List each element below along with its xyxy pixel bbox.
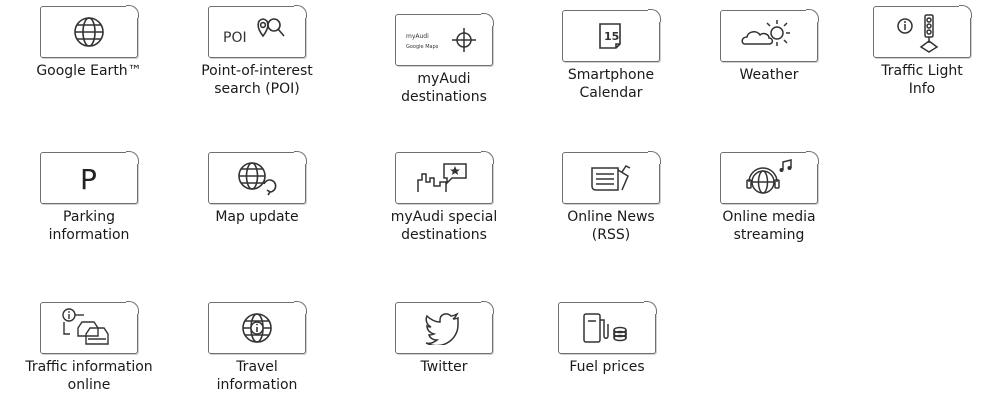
tile-twitter[interactable]: Twitter	[374, 301, 514, 376]
traffic-light-button[interactable]	[873, 5, 972, 58]
map-update-button[interactable]	[208, 151, 307, 204]
special-destinations-icon	[417, 163, 467, 192]
svg-text:15: 15	[604, 30, 619, 43]
parking-button[interactable]: P	[40, 151, 139, 204]
parking-icon: P	[80, 163, 97, 196]
twitter-icon	[425, 312, 459, 345]
tile-label: Fuel prices	[569, 359, 645, 375]
tile-travel-information[interactable]: Travel information	[187, 301, 327, 394]
media-streaming-icon	[746, 159, 792, 194]
traffic-light-icon	[897, 14, 939, 53]
myaudi-destinations-icon: myAudi Google Maps	[406, 28, 476, 52]
tile-weather[interactable]: Weather	[699, 9, 839, 84]
tile-smartphone-calendar[interactable]: 15 Smartphone Calendar	[541, 9, 681, 102]
tile-label: Smartphone Calendar	[567, 67, 655, 101]
tile-label: Online News (RSS)	[567, 209, 655, 243]
weather-button[interactable]	[720, 9, 819, 62]
twitter-button[interactable]	[395, 301, 494, 354]
svg-text:myAudi: myAudi	[406, 33, 429, 40]
tile-myaudi-special-destinations[interactable]: myAudi special destinations	[374, 151, 514, 244]
tile-online-news[interactable]: Online News (RSS)	[541, 151, 681, 244]
tile-online-media-streaming[interactable]: Online media streaming	[699, 151, 839, 244]
myaudi-special-destinations-button[interactable]	[395, 151, 494, 204]
tile-parking[interactable]: P Parking information	[19, 151, 159, 244]
svg-text:P: P	[80, 163, 97, 196]
fuel-prices-button[interactable]	[558, 301, 657, 354]
online-media-streaming-button[interactable]	[720, 151, 819, 204]
tile-fuel-prices[interactable]: Fuel prices	[537, 301, 677, 376]
travel-info-icon	[242, 313, 272, 343]
tile-label: Weather	[739, 67, 799, 83]
news-icon	[591, 165, 631, 191]
traffic-online-icon	[62, 308, 109, 345]
tile-traffic-information-online[interactable]: Traffic information online	[19, 301, 159, 394]
tile-map-update[interactable]: Map update	[187, 151, 327, 226]
svg-text:POI: POI	[223, 30, 247, 46]
tile-myaudi-destinations[interactable]: myAudi Google Maps myAudi destinations	[374, 13, 514, 106]
tile-label: Map update	[215, 209, 299, 225]
myaudi-destinations-button[interactable]: myAudi Google Maps	[395, 13, 494, 66]
tile-label: Twitter	[420, 359, 468, 375]
globe-icon	[74, 17, 104, 47]
smartphone-calendar-button[interactable]: 15	[562, 9, 661, 62]
tile-label: Point-of-interest search (POI)	[201, 63, 313, 97]
fuel-prices-icon	[583, 313, 627, 343]
tile-label: Travel information	[216, 359, 298, 393]
tile-label: Traffic information online	[25, 359, 153, 393]
svg-text:Google Maps: Google Maps	[406, 44, 439, 50]
tile-label: myAudi destinations	[401, 71, 487, 105]
poi-search-icon: POI	[223, 18, 285, 46]
calendar-icon: 15	[599, 23, 621, 49]
tile-label: Online media streaming	[722, 209, 816, 243]
tile-label: myAudi special destinations	[390, 209, 498, 243]
tile-poi-search[interactable]: POI Point-of-interest search (POI)	[187, 5, 327, 98]
tile-label: Parking information	[48, 209, 130, 243]
tile-label: Traffic Light Info	[881, 63, 963, 97]
tile-label: Google Earth™	[36, 63, 142, 79]
tile-traffic-light[interactable]: Traffic Light Info	[852, 5, 992, 98]
online-news-button[interactable]	[562, 151, 661, 204]
poi-search-button[interactable]: POI	[208, 5, 307, 58]
weather-icon	[741, 20, 790, 46]
tile-google-earth[interactable]: Google Earth™	[19, 5, 159, 80]
map-update-icon	[238, 162, 277, 196]
google-earth-button[interactable]	[40, 5, 139, 58]
travel-information-button[interactable]	[208, 301, 307, 354]
traffic-information-online-button[interactable]	[40, 301, 139, 354]
